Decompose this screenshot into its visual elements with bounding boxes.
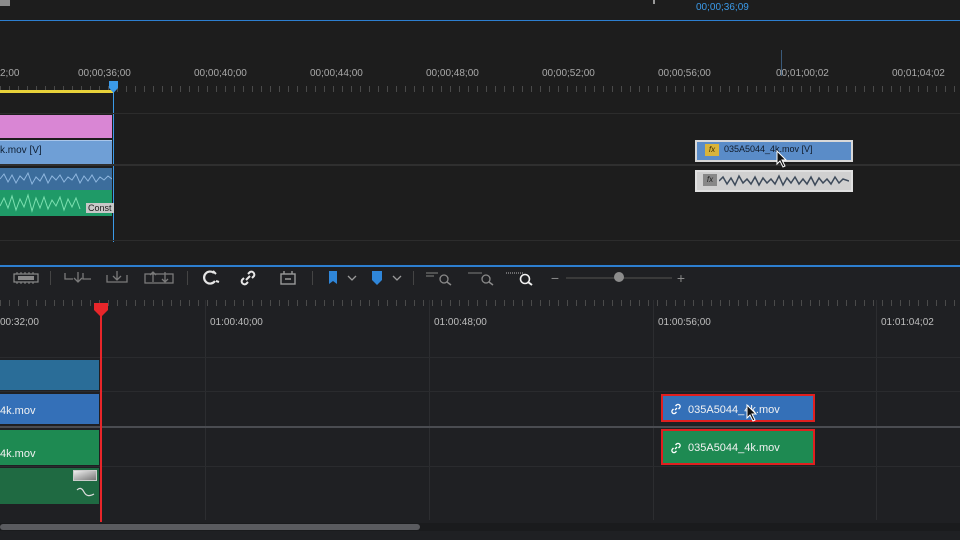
- track-separator: [0, 466, 960, 467]
- timeline-playhead[interactable]: [94, 303, 108, 317]
- pink-clip[interactable]: [0, 115, 112, 138]
- insert-icon[interactable]: [62, 268, 94, 288]
- top-ruler-tick: 00;00;56;00: [658, 68, 711, 79]
- left-audio-clip-label: 4k.mov: [0, 448, 36, 460]
- work-area-bar[interactable]: [0, 90, 113, 93]
- marker-dropdown-icon[interactable]: [344, 268, 360, 288]
- add-marker-icon[interactable]: [324, 268, 342, 288]
- zoom-plus-button[interactable]: +: [674, 268, 688, 288]
- left-audio-clip-label: Const: [86, 203, 114, 213]
- toolbar-separator: [50, 271, 51, 285]
- shield-marker-icon[interactable]: [368, 268, 386, 288]
- gridline: [653, 300, 654, 520]
- link-icon: [671, 403, 681, 415]
- left-video-clip-v1[interactable]: 4k.mov: [0, 394, 99, 424]
- timeline-ruler-minor-ticks: [0, 300, 960, 306]
- volume-keyframe-icon: [76, 487, 95, 497]
- top-ruler-tick: 2;00: [0, 68, 20, 79]
- timeline-playhead-line: [100, 316, 102, 522]
- track-select-icon[interactable]: [276, 268, 300, 288]
- left-audio-waveform: [0, 171, 112, 186]
- video-audio-divider: [0, 426, 960, 428]
- zoom-out-icon[interactable]: [424, 268, 454, 288]
- zoom-fit-icon[interactable]: [466, 268, 496, 288]
- top-ruler-tick: 00;00;48;00: [426, 68, 479, 79]
- zoom-in-icon[interactable]: [504, 268, 536, 288]
- link-icon: [671, 442, 681, 454]
- lift-extract-icon[interactable]: [142, 268, 176, 288]
- selected-video-clip[interactable]: 035A5044_4k.mov: [661, 394, 815, 422]
- left-video-clip-label: 4k.mov: [0, 405, 36, 417]
- audio-fx-badge: fx: [703, 174, 717, 186]
- top-ruler-tick: 00;00;52;00: [542, 68, 595, 79]
- gridline: [429, 300, 430, 520]
- right-audio-clip[interactable]: fx: [695, 170, 853, 192]
- timeline-ruler-tick: 01:01:04;02: [881, 317, 934, 328]
- clip-thumbnail: [73, 470, 97, 481]
- top-playhead-line: [113, 92, 114, 242]
- mouse-cursor-icon: [776, 150, 788, 168]
- right-audio-waveform: [719, 174, 849, 187]
- overwrite-icon[interactable]: [104, 268, 130, 288]
- top-track-sep: [0, 164, 960, 166]
- left-audio-clip-a1[interactable]: 4k.mov: [0, 430, 99, 465]
- horizontal-scrollbar-thumb[interactable]: [0, 524, 420, 530]
- snap-icon[interactable]: [198, 268, 222, 288]
- top-ruler-tick: 00;01;00;02: [776, 68, 829, 79]
- top-playhead[interactable]: [109, 80, 118, 93]
- top-ruler-marker-line: [781, 50, 782, 76]
- track-separator: [0, 357, 960, 358]
- current-timecode[interactable]: 00;00;36;09: [696, 2, 749, 13]
- multicam-icon[interactable]: [12, 268, 40, 288]
- gridline: [876, 300, 877, 520]
- right-video-clip[interactable]: fx 035A5044_4k.mov [V]: [695, 140, 853, 162]
- monitor-tick-mark: [653, 0, 655, 4]
- timeline-ruler-tick: 01:00:48;00: [434, 317, 487, 328]
- mouse-cursor-icon: [746, 404, 758, 422]
- track-separator: [0, 391, 960, 392]
- fx-badge: fx: [705, 144, 719, 156]
- toolbar-separator: [413, 271, 414, 285]
- top-ruler-tick: 00;00;44;00: [310, 68, 363, 79]
- top-track-sep: [0, 113, 960, 114]
- monitor-divider-line: [0, 20, 960, 21]
- top-ruler-tick: 00;00;36;00: [78, 68, 131, 79]
- linked-selection-icon[interactable]: [236, 268, 260, 288]
- left-video-clip-label: k.mov [V]: [0, 145, 42, 156]
- zoom-minus-button[interactable]: −: [548, 268, 562, 288]
- timeline-ruler-tick: 00:32;00: [0, 317, 39, 328]
- timeline-ruler-tick: 01:00:56;00: [658, 317, 711, 328]
- selected-audio-clip-label: 035A5044_4k.mov: [688, 442, 780, 454]
- monitor-top-edge: [0, 0, 10, 6]
- left-video-clip[interactable]: k.mov [V]: [0, 140, 112, 164]
- right-video-clip-label: 035A5044_4k.mov [V]: [724, 144, 813, 154]
- timeline-ruler[interactable]: 00:32;00 01:00:40;00 01:00:48;00 01:00:5…: [0, 298, 960, 340]
- left-video-clip-v2[interactable]: [0, 360, 99, 390]
- timeline-ruler-tick: 01:00:40;00: [210, 317, 263, 328]
- top-track-sep: [0, 240, 960, 241]
- top-ruler-minor-ticks: [0, 86, 960, 92]
- toolbar-separator: [187, 271, 188, 285]
- gridline: [205, 300, 206, 520]
- program-monitor-panel: 00;00;36;09 2;00 00;00;36;00 00;00;40;00…: [0, 0, 960, 268]
- selected-video-clip-label: 035A5044_4k.mov: [688, 404, 780, 416]
- left-audio-clip-a2[interactable]: [0, 468, 99, 504]
- top-ruler-tick: 00;01;04;02: [892, 68, 945, 79]
- left-audio-clip-green[interactable]: Const: [0, 190, 114, 216]
- top-ruler[interactable]: 2;00 00;00;36;00 00;00;40;00 00;00;44;00…: [0, 62, 960, 94]
- top-ruler-tick: 00;00;40;00: [194, 68, 247, 79]
- left-audio-clip-blue[interactable]: [0, 168, 112, 190]
- toolbar-separator: [312, 271, 313, 285]
- shield-dropdown-icon[interactable]: [389, 268, 405, 288]
- zoom-slider-thumb[interactable]: [614, 272, 624, 282]
- selected-audio-clip[interactable]: 035A5044_4k.mov: [661, 429, 815, 465]
